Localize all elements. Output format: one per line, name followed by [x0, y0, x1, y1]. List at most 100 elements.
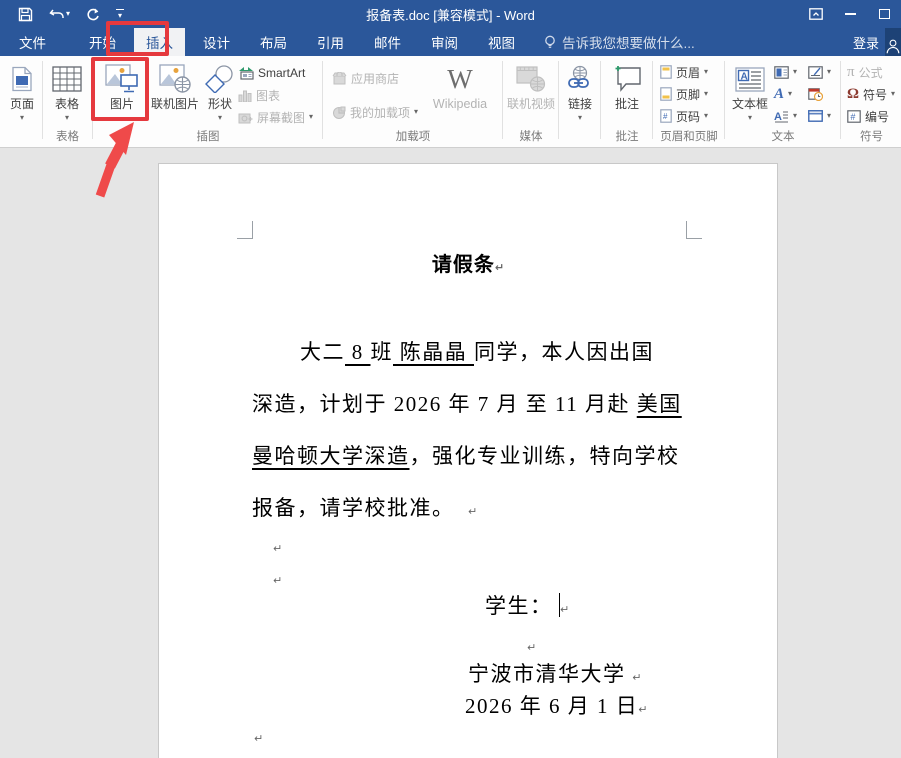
shapes-label: 形状 — [208, 98, 232, 111]
redo-icon — [86, 7, 100, 21]
footer-button[interactable]: 页脚 ▾ — [660, 84, 708, 104]
sign-in-button[interactable]: 登录 — [853, 28, 879, 56]
window-controls — [799, 0, 901, 28]
table-button[interactable]: 表格 ▾ — [49, 62, 85, 122]
tab-review[interactable]: 审阅 — [419, 28, 470, 56]
undo-dropdown-caret[interactable]: ▾ — [66, 10, 70, 18]
link-button[interactable]: 链接 ▾ — [562, 62, 598, 122]
footer-icon — [660, 87, 672, 101]
save-button[interactable] — [12, 2, 39, 26]
link-icon — [566, 62, 594, 96]
title-bar: ▾ ▾ 报备表.doc [兼容模式] - Word — [0, 0, 901, 28]
margin-crop-mark-right — [686, 221, 702, 239]
my-addins-label: 我的加载项 — [350, 104, 410, 121]
online-video-button[interactable]: 联机视频 — [507, 62, 555, 111]
date-time-icon — [808, 87, 823, 101]
chart-button[interactable]: 图表 — [238, 85, 280, 105]
document-canvas[interactable]: 请假条↵ 大二 8 班 陈晶晶 同学，本人因出国 深造，计划于 2026 年 7… — [0, 148, 901, 758]
body-text: 深造，计划于 2026 年 7 月 至 11 月赴 — [252, 392, 637, 416]
page-number-button[interactable]: # 页码 ▾ — [660, 106, 708, 126]
number-button[interactable]: # 编号 — [847, 106, 889, 126]
page-number-icon: # — [660, 109, 672, 123]
margin-crop-mark-left — [237, 221, 253, 239]
body-text: 大二 — [300, 340, 345, 364]
chart-icon — [238, 89, 252, 102]
signature-line-button[interactable]: ▾ — [808, 62, 831, 82]
chart-label: 图表 — [256, 87, 280, 104]
page-icon — [11, 62, 33, 96]
body-line-4: 报备，请学校批准。 ↵ — [252, 492, 477, 522]
page-number-caret: ▾ — [704, 112, 708, 120]
date-time-button[interactable] — [808, 84, 823, 104]
empty-paragraph-mark: ↵ — [273, 542, 282, 555]
textbox-button[interactable]: A 文本框 ▾ — [728, 62, 772, 122]
screenshot-label: 屏幕截图 — [257, 109, 305, 126]
body-line-2: 深造，计划于 2026 年 7 月 至 11 月赴 美国 — [252, 388, 682, 418]
smartart-icon — [238, 66, 254, 80]
student-label: 学生： — [485, 594, 553, 618]
minimize-button[interactable] — [833, 0, 867, 28]
smartart-label: SmartArt — [258, 66, 305, 80]
signature-line-caret: ▾ — [827, 68, 831, 76]
document-page[interactable]: 请假条↵ 大二 8 班 陈晶晶 同学，本人因出国 深造，计划于 2026 年 7… — [158, 163, 778, 758]
paragraph-mark: ↵ — [468, 505, 477, 518]
wikipedia-button[interactable]: W Wikipedia — [424, 62, 496, 111]
comment-icon — [612, 62, 642, 96]
quick-access-toolbar: ▾ ▾ — [0, 2, 130, 26]
ribbon-display-options-icon — [809, 8, 823, 20]
group-label-text: 文本 — [726, 128, 840, 144]
shapes-icon — [205, 62, 235, 96]
tab-design[interactable]: 设计 — [191, 28, 242, 56]
tab-home[interactable]: 开始 — [77, 28, 128, 56]
tab-file[interactable]: 文件 — [5, 28, 60, 56]
my-addins-button[interactable]: 我的加载项 ▾ — [332, 102, 418, 122]
equation-label: 公式 — [859, 64, 883, 81]
store-button[interactable]: 应用商店 — [332, 68, 399, 88]
online-video-icon — [516, 62, 546, 96]
tab-references[interactable]: 引用 — [305, 28, 356, 56]
comment-button[interactable]: 批注 — [609, 62, 645, 111]
pages-button[interactable]: 页面 ▾ — [5, 62, 39, 122]
picture-button[interactable]: 图片 — [98, 62, 146, 111]
tell-me-box[interactable]: 告诉我您想要做什么... — [544, 28, 695, 56]
tab-mailings[interactable]: 邮件 — [362, 28, 413, 56]
drop-cap-icon: A — [774, 110, 789, 123]
wordart-button[interactable]: A ▾ — [774, 84, 792, 104]
share-person-icon[interactable] — [885, 28, 901, 56]
quick-parts-button[interactable]: ▾ — [774, 62, 797, 82]
tab-insert[interactable]: 插入 — [134, 28, 185, 56]
equation-button[interactable]: π 公式 — [847, 62, 883, 82]
page-number-label: 页码 — [676, 108, 700, 125]
undo-button[interactable]: ▾ — [43, 2, 76, 26]
ribbon-display-options-button[interactable] — [799, 0, 833, 28]
smartart-button[interactable]: SmartArt — [238, 63, 305, 83]
ribbon-tab-row: 文件 开始 插入 设计 布局 引用 邮件 审阅 视图 告诉我您想要做什么... … — [0, 28, 901, 56]
symbol-button[interactable]: Ω 符号 ▾ — [847, 84, 895, 104]
header-button[interactable]: 页眉 ▾ — [660, 62, 708, 82]
tab-view[interactable]: 视图 — [476, 28, 527, 56]
header-icon — [660, 65, 672, 79]
object-button[interactable]: ▾ — [808, 106, 831, 126]
underlined-student-name: 陈晶晶 — [393, 340, 474, 364]
screenshot-button[interactable]: 屏幕截图 ▾ — [238, 107, 313, 127]
tab-layout[interactable]: 布局 — [248, 28, 299, 56]
body-text: ，强化专业训练，特向学校 — [410, 444, 680, 468]
online-pictures-button[interactable]: 联机图片 — [150, 62, 200, 111]
minimize-icon — [845, 13, 856, 15]
redo-button[interactable] — [80, 2, 106, 26]
shapes-button[interactable]: 形状 ▾ — [202, 62, 238, 122]
shapes-caret: ▾ — [218, 114, 222, 122]
textbox-caret: ▾ — [748, 114, 752, 122]
group-table: 表格 ▾ 表格 — [44, 56, 91, 147]
maximize-button[interactable] — [867, 0, 901, 28]
number-label: 编号 — [865, 108, 889, 125]
picture-icon — [105, 62, 139, 96]
drop-cap-button[interactable]: A ▾ — [774, 106, 797, 126]
quick-parts-icon — [774, 66, 789, 79]
document-heading-text: 请假条 — [432, 254, 495, 276]
textbox-icon: A — [735, 62, 765, 96]
number-icon: # — [847, 110, 861, 123]
comment-label: 批注 — [615, 98, 639, 111]
customize-quick-access-button[interactable]: ▾ — [110, 2, 130, 26]
group-links: 链接 ▾ — [560, 56, 600, 147]
